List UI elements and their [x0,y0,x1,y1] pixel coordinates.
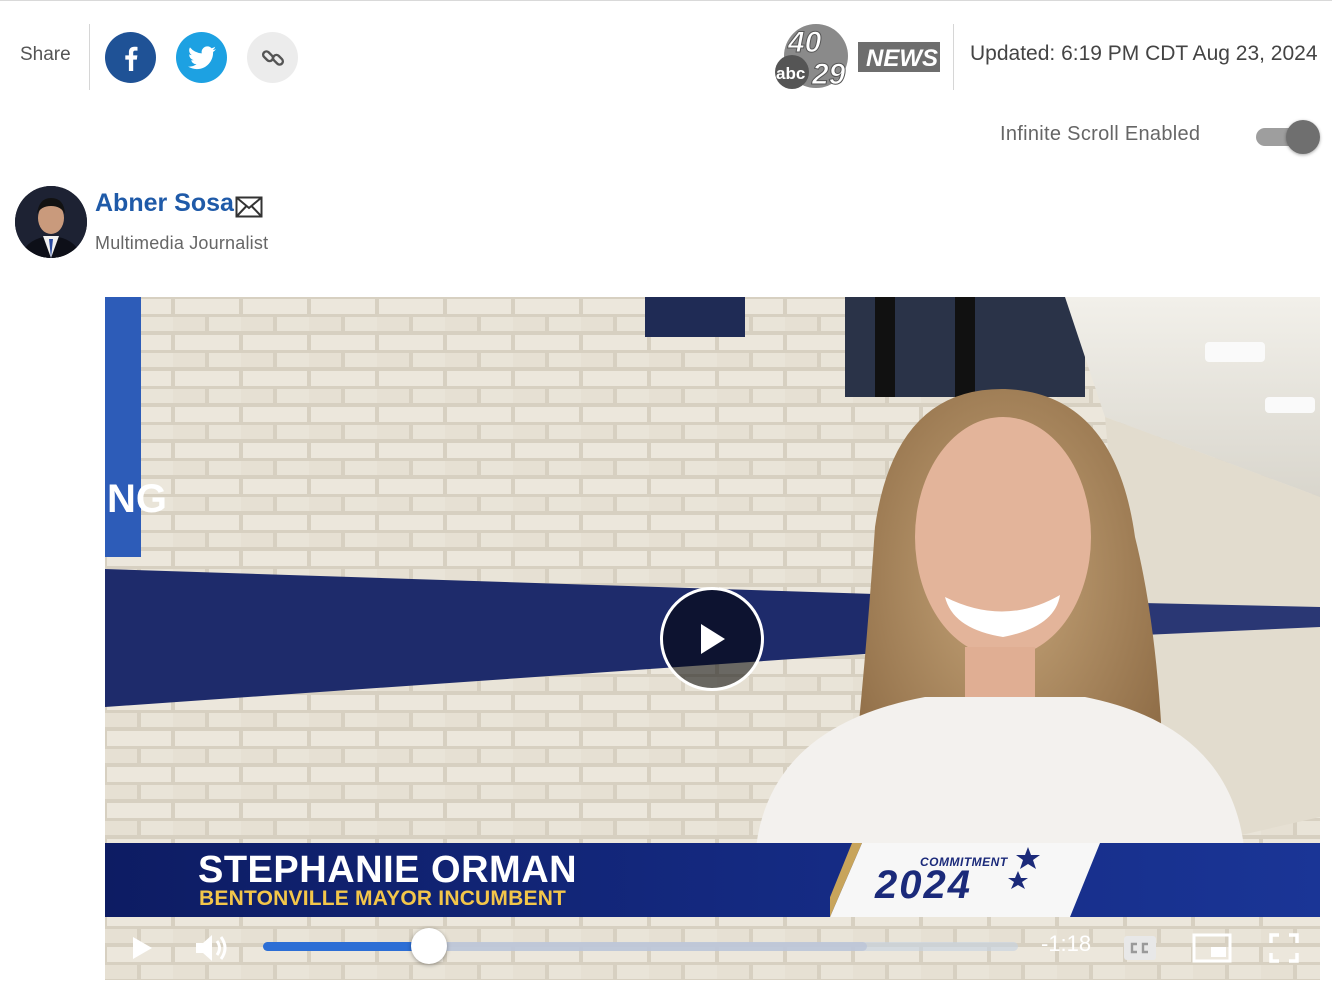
author-name-link[interactable]: Abner Sosa [95,189,234,218]
logo-news: NEWS [866,45,938,72]
logo-channel-bottom: 29 [811,58,846,90]
lower-third: STEPHANIE ORMAN BENTONVILLE MAYOR INCUMB… [105,843,1320,917]
lower-third-role: BENTONVILLE MAYOR INCUMBENT [199,887,567,910]
progress-scrubber[interactable] [411,928,448,964]
envelope-icon [235,196,263,218]
volume-icon [196,935,227,961]
logo-divider [953,24,954,90]
twitter-icon [187,45,216,69]
author-title: Multimedia Journalist [95,233,269,253]
email-author-button[interactable] [235,196,263,218]
link-icon [261,49,284,66]
logo-network: abc [776,64,805,83]
facebook-icon [124,46,137,71]
abc-40-29-news-logo[interactable]: 40 abc 29 NEWS [774,24,940,92]
top-divider [0,0,1332,1]
logo-channel-top: 40 [787,26,822,59]
play-icon [133,937,152,959]
progress-played [263,942,430,951]
closed-captions-icon [1124,936,1156,960]
copy-link-button[interactable] [247,32,298,83]
play-icon [701,624,725,654]
toggle-knob [1286,120,1320,154]
play-button[interactable] [121,928,163,968]
video-controls: -1:18 [105,917,1320,980]
progress-bar[interactable] [263,928,1018,964]
captions-button[interactable] [1119,928,1161,968]
author-avatar[interactable] [15,186,87,258]
updated-timestamp: Updated: 6:19 PM CDT Aug 23, 2024 [970,42,1318,65]
share-divider [89,24,90,90]
sign-text: NG [107,477,167,521]
volume-button[interactable] [191,928,233,968]
share-label: Share [20,44,71,65]
big-play-button[interactable] [660,587,764,691]
video-player[interactable]: NG STEPHANIE ORMAN BENTONVILLE MAYOR INC… [105,297,1320,980]
fullscreen-icon [1269,933,1299,963]
badge-year-text: 2024 [875,863,972,907]
twitter-share-button[interactable] [176,32,227,83]
share-bar: Share 40 abc 29 NEWS Updated: 6:19 PM CD… [0,24,1332,92]
infinite-scroll-toggle[interactable] [1256,120,1320,154]
facebook-share-button[interactable] [105,32,156,83]
picture-in-picture-icon [1192,933,1232,963]
picture-in-picture-button[interactable] [1191,928,1233,968]
infinite-scroll-label: Infinite Scroll Enabled [1000,123,1201,145]
time-remaining: -1:18 [1041,931,1092,956]
lower-third-name: STEPHANIE ORMAN [198,849,578,891]
fullscreen-button[interactable] [1263,928,1305,968]
